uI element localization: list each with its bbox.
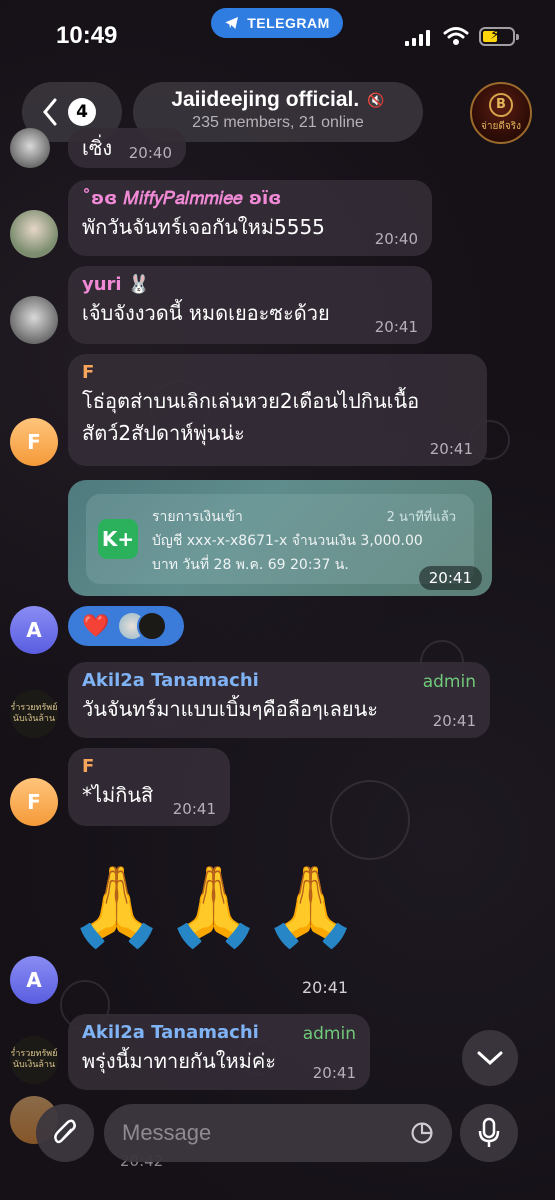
message-bubble[interactable]: F โธ่อุตส่าบนเลิกเล่นหวย2เดือนไปกินเนื้อ… bbox=[68, 354, 487, 466]
avatar[interactable] bbox=[10, 128, 50, 168]
message-sender[interactable]: F bbox=[82, 362, 473, 383]
kplus-logo: K+ bbox=[98, 519, 138, 559]
emoji-message[interactable]: 🙏🙏🙏 bbox=[68, 862, 359, 952]
message-bubble[interactable]: yuri 🐰 เจ้บจังงวดนี้ หมดเยอะซะด้วย 20:41 bbox=[68, 266, 432, 344]
avatar[interactable]: ร่ำรวยทรัพย์ นับเงินล้าน bbox=[10, 690, 58, 738]
message-composer[interactable] bbox=[104, 1104, 452, 1162]
message-bubble[interactable]: F *ไม่กินสิ 20:41 bbox=[68, 748, 230, 826]
heart-icon: ❤️ bbox=[82, 613, 110, 639]
message-time: 20:40 bbox=[128, 144, 172, 162]
signal-icon bbox=[405, 30, 430, 46]
sticker-icon[interactable] bbox=[410, 1119, 434, 1147]
message-time: 20:41 bbox=[172, 800, 216, 818]
admin-badge: admin bbox=[422, 672, 476, 692]
avatar[interactable]: ร่ำรวยทรัพย์ นับเงินล้าน bbox=[10, 1036, 58, 1084]
bank-title: รายการเงินเข้า bbox=[152, 509, 243, 525]
voice-record-button[interactable] bbox=[460, 1104, 518, 1162]
admin-badge: admin bbox=[302, 1024, 356, 1044]
message-text: เซิ่ง bbox=[82, 136, 113, 160]
unread-count-badge: 4 bbox=[68, 98, 96, 126]
avatar[interactable]: F bbox=[10, 418, 58, 466]
avatar[interactable] bbox=[10, 296, 58, 344]
status-time: 10:49 bbox=[56, 22, 118, 49]
telegram-label: TELEGRAM bbox=[247, 15, 330, 31]
avatar[interactable] bbox=[10, 210, 58, 258]
message-sender[interactable]: yuri 🐰 bbox=[82, 274, 418, 295]
avatar[interactable]: A bbox=[10, 956, 58, 1004]
avatar[interactable]: A bbox=[10, 606, 58, 654]
message-time: 20:41 bbox=[302, 978, 349, 997]
chat-title-text: Jaiideejing official. bbox=[171, 88, 360, 111]
message-bubble[interactable]: Akil2a Tanamachi admin วันจันทร์มาแบบเบิ… bbox=[68, 662, 490, 738]
reactor-avatar bbox=[137, 611, 168, 641]
message-time: 20:41 bbox=[374, 318, 418, 336]
reaction-bar[interactable]: ❤️ bbox=[68, 606, 184, 646]
scroll-down-button[interactable] bbox=[462, 1030, 518, 1086]
message-bubble[interactable]: ˚ʚɞ 𝑀𝑖𝑓𝑓𝑦𝑃𝑎𝑙𝑚𝑚𝑖𝑒𝑒 ʚïɞ พักวันจันทร์เจอกัน… bbox=[68, 180, 432, 256]
wifi-icon bbox=[443, 27, 469, 45]
chat-title: Jaiideejing official. 🔇 bbox=[171, 88, 384, 112]
avatar[interactable]: F bbox=[10, 778, 58, 826]
message-sender[interactable]: ˚ʚɞ 𝑀𝑖𝑓𝑓𝑦𝑃𝑎𝑙𝑚𝑚𝑖𝑒𝑒 ʚïɞ bbox=[82, 188, 418, 209]
message-text: เจ้บจังงวดนี้ หมดเยอะซะด้วย bbox=[82, 301, 330, 325]
message-text: พักวันจันทร์เจอกันใหม่5555 bbox=[82, 215, 325, 239]
chevron-left-icon bbox=[43, 98, 57, 126]
message-bubble[interactable]: Akil2a Tanamachi admin พรุ่งนี้มาทายกันใ… bbox=[68, 1014, 370, 1090]
message-text-line: สัตว์2สัปดาห์พุ่นน่ะ bbox=[82, 421, 245, 445]
mute-icon: 🔇 bbox=[367, 91, 385, 108]
chevron-down-icon bbox=[477, 1051, 503, 1066]
bank-notification-image[interactable]: K+ รายการเงินเข้า 2 นาทีที่แล้ว บัญชี xx… bbox=[68, 480, 492, 596]
message-time: 20:40 bbox=[374, 230, 418, 248]
microphone-icon bbox=[478, 1117, 500, 1147]
attach-button[interactable] bbox=[36, 1104, 94, 1162]
group-avatar[interactable]: B จ่ายดีจริง bbox=[470, 82, 532, 144]
bank-line-2: บาท วันที่ 28 พ.ค. 69 20:37 น. bbox=[152, 557, 349, 573]
bank-line-1: บัญชี xxx-x-x8671-x จำนวนเงิน 3,000.00 bbox=[152, 533, 423, 549]
telegram-pill[interactable]: TELEGRAM bbox=[211, 8, 343, 38]
telegram-icon bbox=[225, 17, 239, 29]
bank-time-ago: 2 นาทีที่แล้ว bbox=[386, 510, 456, 525]
group-avatar-letter: B bbox=[489, 92, 513, 117]
group-avatar-text: จ่ายดีจริง bbox=[481, 120, 521, 132]
message-time: 20:41 bbox=[429, 440, 473, 458]
paperclip-icon bbox=[54, 1119, 76, 1144]
message-input[interactable] bbox=[122, 1120, 410, 1146]
message-bubble[interactable]: เซิ่ง 20:40 bbox=[68, 128, 186, 168]
message-time: 20:41 bbox=[432, 712, 476, 730]
message-text-line: โธ่อุตส่าบนเลิกเล่นหวย2เดือนไปกินเนื้อ bbox=[82, 389, 420, 413]
message-text: วันจันทร์มาแบบเบิ้มๆคือลือๆเลยนะ bbox=[82, 697, 378, 721]
battery-icon: ⚡ bbox=[479, 27, 519, 46]
message-sender[interactable]: Akil2a Tanamachi bbox=[82, 670, 476, 691]
message-time: 20:41 bbox=[418, 566, 482, 590]
message-time: 20:41 bbox=[312, 1064, 356, 1082]
bank-notification-card: K+ รายการเงินเข้า 2 นาทีที่แล้ว บัญชี xx… bbox=[86, 494, 474, 584]
message-sender[interactable]: F bbox=[82, 756, 216, 777]
status-bar: 10:49 TELEGRAM ⚡ bbox=[0, 0, 555, 72]
